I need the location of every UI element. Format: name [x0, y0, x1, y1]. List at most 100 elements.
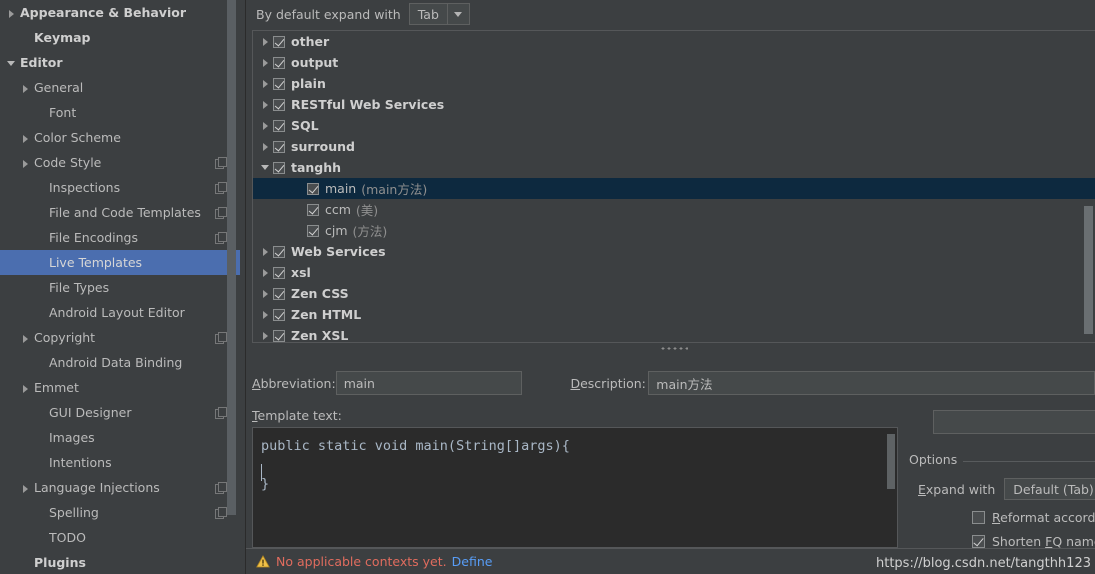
- templates-tree[interactable]: otheroutputplainRESTful Web ServicesSQLs…: [252, 30, 1095, 343]
- edit-variables-button[interactable]: Edit variables: [933, 410, 1095, 434]
- copy-settings-icon[interactable]: [215, 482, 226, 493]
- tree-row-checkbox[interactable]: [307, 183, 319, 195]
- chevron-right-icon[interactable]: [20, 132, 32, 144]
- sidebar-item-font[interactable]: Font: [0, 100, 240, 125]
- settings-sidebar[interactable]: Appearance & BehaviorKeymapEditorGeneral…: [0, 0, 240, 574]
- sidebar-item-android-layout-editor[interactable]: Android Layout Editor: [0, 300, 240, 325]
- copy-settings-icon[interactable]: [215, 507, 226, 518]
- tree-row-checkbox[interactable]: [273, 36, 285, 48]
- chevron-right-icon[interactable]: [20, 382, 32, 394]
- splitter-handle-icon[interactable]: [660, 347, 688, 350]
- chevron-right-icon[interactable]: [259, 140, 273, 154]
- define-link[interactable]: Define: [452, 554, 493, 569]
- default-expand-combo[interactable]: Tab: [409, 3, 470, 25]
- copy-settings-icon[interactable]: [215, 332, 226, 343]
- chevron-right-icon[interactable]: [259, 98, 273, 112]
- tree-row-checkbox[interactable]: [273, 120, 285, 132]
- tree-row[interactable]: cjm(方法): [253, 220, 1095, 241]
- tree-row-checkbox[interactable]: [273, 267, 285, 279]
- template-text-editor[interactable]: public static void main(String[]args){ }: [252, 427, 898, 548]
- sidebar-item-inspections[interactable]: Inspections: [0, 175, 240, 200]
- reformat-checkbox[interactable]: [972, 511, 985, 524]
- chevron-right-icon[interactable]: [259, 266, 273, 280]
- sidebar-item-editor[interactable]: Editor: [0, 50, 240, 75]
- sidebar-item-todo[interactable]: TODO: [0, 525, 240, 550]
- tree-row-checkbox[interactable]: [273, 288, 285, 300]
- sidebar-item-file-encodings[interactable]: File Encodings: [0, 225, 240, 250]
- tree-row-checkbox[interactable]: [273, 162, 285, 174]
- tree-row[interactable]: Zen CSS: [253, 283, 1095, 304]
- tree-row[interactable]: xsl: [253, 262, 1095, 283]
- panel-splitter[interactable]: [252, 344, 1095, 353]
- chevron-down-icon[interactable]: [259, 161, 273, 175]
- sidebar-item-android-data-binding[interactable]: Android Data Binding: [0, 350, 240, 375]
- tree-row[interactable]: ccm(美): [253, 199, 1095, 220]
- tree-row[interactable]: Zen HTML: [253, 304, 1095, 325]
- chevron-right-icon[interactable]: [20, 332, 32, 344]
- chevron-right-icon[interactable]: [20, 82, 32, 94]
- chevron-right-icon[interactable]: [259, 245, 273, 259]
- sidebar-item-emmet[interactable]: Emmet: [0, 375, 240, 400]
- abbreviation-input[interactable]: main: [336, 371, 523, 395]
- tree-row-checkbox[interactable]: [307, 225, 319, 237]
- sidebar-item-keymap[interactable]: Keymap: [0, 25, 240, 50]
- chevron-right-icon[interactable]: [259, 77, 273, 91]
- tree-row[interactable]: plain: [253, 73, 1095, 94]
- tree-row[interactable]: SQL: [253, 115, 1095, 136]
- tree-row-checkbox[interactable]: [273, 99, 285, 111]
- copy-settings-icon[interactable]: [215, 232, 226, 243]
- tree-row[interactable]: other: [253, 31, 1095, 52]
- shorten-checkbox[interactable]: [972, 535, 985, 548]
- sidebar-item-copyright[interactable]: Copyright: [0, 325, 240, 350]
- chevron-right-icon[interactable]: [259, 329, 273, 343]
- tree-row[interactable]: Web Services: [253, 241, 1095, 262]
- sidebar-list[interactable]: Appearance & BehaviorKeymapEditorGeneral…: [0, 0, 240, 574]
- templates-tree-list[interactable]: otheroutputplainRESTful Web ServicesSQLs…: [253, 31, 1095, 343]
- sidebar-item-general[interactable]: General: [0, 75, 240, 100]
- sidebar-item-plugins[interactable]: Plugins: [0, 550, 240, 574]
- chevron-right-icon[interactable]: [259, 119, 273, 133]
- tree-row-checkbox[interactable]: [273, 57, 285, 69]
- sidebar-item-file-and-code-templates[interactable]: File and Code Templates: [0, 200, 240, 225]
- copy-settings-icon[interactable]: [215, 182, 226, 193]
- tree-row[interactable]: RESTful Web Services: [253, 94, 1095, 115]
- tree-row[interactable]: output: [253, 52, 1095, 73]
- sidebar-item-gui-designer[interactable]: GUI Designer: [0, 400, 240, 425]
- sidebar-scrollbar[interactable]: [227, 0, 236, 515]
- sidebar-item-language-injections[interactable]: Language Injections: [0, 475, 240, 500]
- sidebar-item-intentions[interactable]: Intentions: [0, 450, 240, 475]
- editor-scrollbar[interactable]: [887, 434, 895, 489]
- tree-row[interactable]: surround: [253, 136, 1095, 157]
- copy-settings-icon[interactable]: [215, 157, 226, 168]
- tree-row-checkbox[interactable]: [273, 330, 285, 342]
- tree-row[interactable]: Zen XSL: [253, 325, 1095, 343]
- tree-row-checkbox[interactable]: [273, 309, 285, 321]
- tree-row-checkbox[interactable]: [273, 246, 285, 258]
- chevron-right-icon[interactable]: [20, 157, 32, 169]
- sidebar-item-file-types[interactable]: File Types: [0, 275, 240, 300]
- chevron-right-icon[interactable]: [259, 287, 273, 301]
- chevron-right-icon[interactable]: [259, 308, 273, 322]
- shorten-checkbox-row[interactable]: Shorten FQ names: [972, 534, 1095, 549]
- tree-row-checkbox[interactable]: [273, 141, 285, 153]
- chevron-down-icon[interactable]: [6, 57, 18, 69]
- expand-with-combo[interactable]: Default (Tab): [1004, 478, 1095, 500]
- sidebar-item-color-scheme[interactable]: Color Scheme: [0, 125, 240, 150]
- sidebar-item-code-style[interactable]: Code Style: [0, 150, 240, 175]
- sidebar-item-live-templates[interactable]: Live Templates: [0, 250, 240, 275]
- tree-row[interactable]: main(main方法): [253, 178, 1095, 199]
- sidebar-item-spelling[interactable]: Spelling: [0, 500, 240, 525]
- chevron-down-icon[interactable]: [447, 4, 469, 24]
- reformat-checkbox-row[interactable]: Reformat according to style: [972, 510, 1095, 525]
- chevron-right-icon[interactable]: [20, 482, 32, 494]
- sidebar-item-appearance-behavior[interactable]: Appearance & Behavior: [0, 0, 240, 25]
- tree-row-checkbox[interactable]: [307, 204, 319, 216]
- sidebar-item-images[interactable]: Images: [0, 425, 240, 450]
- chevron-right-icon[interactable]: [6, 7, 18, 19]
- tree-row-checkbox[interactable]: [273, 78, 285, 90]
- copy-settings-icon[interactable]: [215, 407, 226, 418]
- tree-row[interactable]: tanghh: [253, 157, 1095, 178]
- copy-settings-icon[interactable]: [215, 207, 226, 218]
- chevron-right-icon[interactable]: [259, 35, 273, 49]
- description-input[interactable]: main方法: [648, 371, 1095, 395]
